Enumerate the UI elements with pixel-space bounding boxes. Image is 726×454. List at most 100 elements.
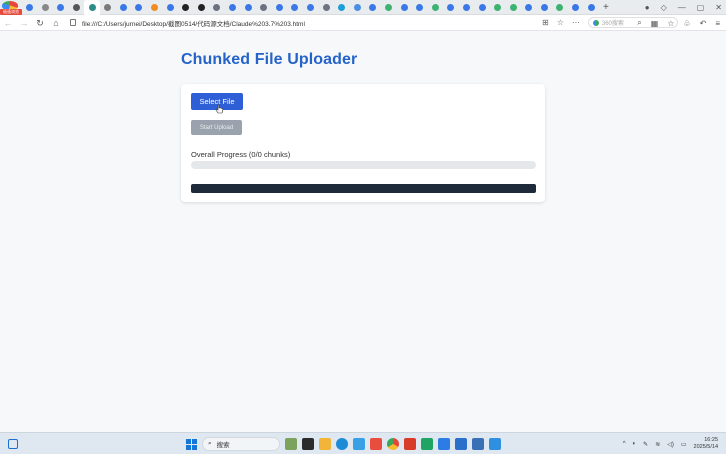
browser-tab[interactable]	[537, 0, 553, 15]
browser-tab[interactable]	[38, 0, 54, 15]
app-icon-blue[interactable]	[353, 438, 365, 450]
favorites-icon[interactable]: ☆	[667, 19, 674, 28]
chevron-up-icon[interactable]: ^	[623, 441, 626, 447]
browser-tab[interactable]	[459, 0, 475, 15]
browser-tab[interactable]	[256, 0, 272, 15]
tab-favicon-icon	[525, 3, 533, 11]
browser-tab[interactable]	[381, 0, 397, 15]
collections-icon[interactable]: ♧	[683, 19, 690, 28]
edge-icon[interactable]	[336, 438, 348, 450]
clock[interactable]: 16:25 2025/5/14	[694, 437, 718, 451]
wps-icon[interactable]	[404, 438, 416, 450]
browser-tab[interactable]	[474, 0, 490, 15]
browser-taskbar-icon[interactable]	[387, 438, 399, 450]
landscape-app-icon[interactable]	[285, 438, 297, 450]
widgets-icon[interactable]	[8, 439, 18, 449]
browser-tab[interactable]	[53, 0, 69, 15]
tab-favicon-icon	[306, 3, 314, 11]
file-explorer-icon[interactable]	[319, 438, 331, 450]
browser-tab[interactable]	[505, 0, 521, 15]
browser-tab[interactable]	[365, 0, 381, 15]
browser-tab[interactable]	[131, 0, 147, 15]
browser-tab[interactable]	[318, 0, 334, 15]
app-icon-steel[interactable]	[472, 438, 484, 450]
browser-tab[interactable]	[147, 0, 163, 15]
translate-icon[interactable]: ⊞	[542, 18, 549, 27]
tab-favicon-icon	[26, 3, 34, 11]
browser-app-logo[interactable]: 极速浏览	[0, 0, 22, 15]
home-icon[interactable]: ⌂	[48, 15, 64, 31]
browser-tab[interactable]	[427, 0, 443, 15]
browser-tab[interactable]	[490, 0, 506, 15]
browser-tab[interactable]	[116, 0, 132, 15]
browser-tab[interactable]	[568, 0, 584, 15]
uploader-card: Select File Start Upload Overall Progres…	[181, 84, 545, 202]
browser-tab[interactable]	[209, 0, 225, 15]
more-icon[interactable]: ⋯	[572, 18, 580, 27]
wechat-icon[interactable]	[421, 438, 433, 450]
browser-nav-bar: ← → ↻ ⌂ file:///C:/Users/jurnei/Desktop/…	[0, 15, 726, 31]
close-window-button[interactable]: ✕	[715, 3, 722, 12]
browser-tab[interactable]	[194, 0, 210, 15]
volume-icon[interactable]: ◁)	[667, 441, 674, 448]
browser-tab[interactable]	[287, 0, 303, 15]
battery-icon[interactable]: ▭	[681, 441, 687, 448]
shield-icon[interactable]: ◇	[661, 3, 667, 12]
search-icon[interactable]: ⌕	[637, 18, 641, 28]
browser-tab[interactable]	[178, 0, 194, 15]
browser-tab[interactable]	[240, 0, 256, 15]
address-bar[interactable]: file:///C:/Users/jurnei/Desktop/截图0514/代…	[70, 17, 540, 29]
app-icon-red[interactable]	[370, 438, 382, 450]
browser-tab[interactable]	[69, 0, 85, 15]
tab-favicon-icon	[57, 3, 65, 11]
start-icon[interactable]	[186, 438, 197, 450]
extension-icon[interactable]: ●	[645, 3, 650, 12]
menu-icon[interactable]: ≡	[715, 19, 720, 28]
browser-tab[interactable]	[552, 0, 568, 15]
tab-favicon-icon	[540, 3, 548, 11]
mail-icon[interactable]	[438, 438, 450, 450]
minimize-button[interactable]: —	[678, 3, 686, 12]
browser-tab[interactable]	[443, 0, 459, 15]
clock-time: 16:25	[704, 437, 718, 443]
browser-tab[interactable]	[84, 0, 100, 15]
star-icon[interactable]: ☆	[557, 18, 564, 27]
app-icon-sky[interactable]	[489, 438, 501, 450]
browser-tab[interactable]	[303, 0, 319, 15]
forward-icon[interactable]: →	[16, 15, 32, 31]
tab-favicon-icon	[587, 3, 595, 11]
browser-tab[interactable]	[162, 0, 178, 15]
wifi-icon[interactable]: ≋	[655, 441, 660, 448]
maximize-button[interactable]: ▢	[697, 3, 705, 12]
back-icon[interactable]: ←	[0, 15, 16, 31]
tab-favicon-icon	[416, 3, 424, 11]
tray-pen-icon[interactable]: ✎	[643, 441, 648, 448]
browser-tab[interactable]	[225, 0, 241, 15]
new-tab-button[interactable]: +	[599, 0, 613, 15]
task-view-icon[interactable]	[302, 438, 314, 450]
browser-tab[interactable]	[100, 0, 116, 15]
tray-app-icon[interactable]: ◐	[633, 441, 637, 447]
tab-strip	[22, 0, 599, 15]
search-engine-placeholder: 360搜索	[601, 21, 624, 27]
browser-tab[interactable]	[583, 0, 599, 15]
tab-favicon-icon	[322, 3, 330, 11]
reload-icon[interactable]: ↻	[32, 15, 48, 31]
start-upload-button[interactable]: Start Upload	[191, 120, 242, 135]
taskbar-search[interactable]: ⌕ 搜索	[202, 437, 280, 451]
undo-icon[interactable]: ↶	[700, 19, 707, 28]
apps-grid-icon[interactable]: ▦	[651, 19, 659, 28]
tab-favicon-icon	[119, 3, 127, 11]
tab-favicon-icon	[353, 3, 361, 11]
tab-favicon-icon	[244, 3, 252, 11]
browser-tab[interactable]	[272, 0, 288, 15]
window-controls: ● ◇ — ▢ ✕	[645, 0, 722, 15]
app-icon-navy[interactable]	[455, 438, 467, 450]
browser-tab[interactable]	[334, 0, 350, 15]
browser-tab[interactable]	[396, 0, 412, 15]
browser-tab[interactable]	[349, 0, 365, 15]
tab-favicon-icon	[338, 3, 346, 11]
browser-tab[interactable]	[22, 0, 38, 15]
browser-tab[interactable]	[521, 0, 537, 15]
browser-tab[interactable]	[412, 0, 428, 15]
